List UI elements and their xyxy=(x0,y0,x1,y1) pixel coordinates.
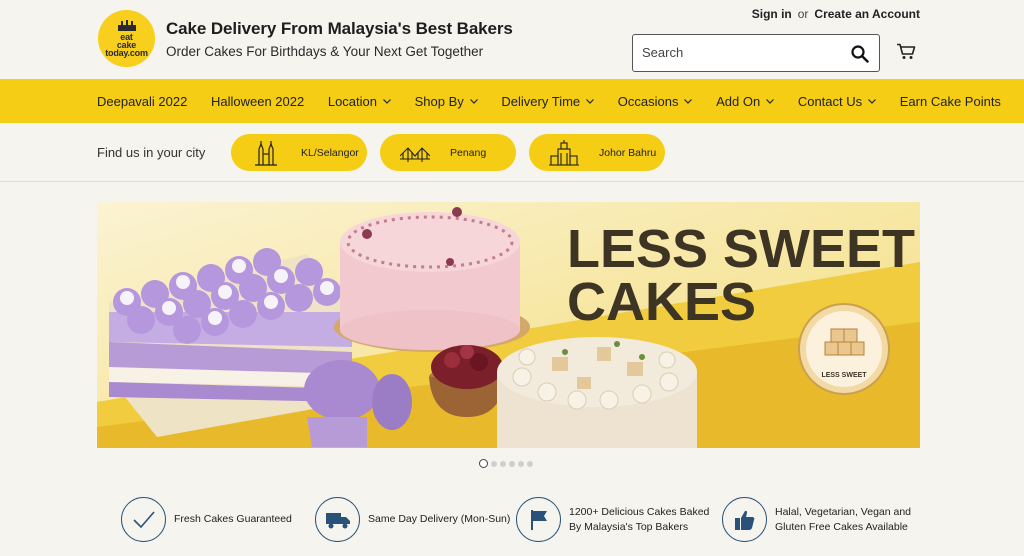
nav-item-label: Halloween 2022 xyxy=(210,93,305,109)
chevron-down-icon xyxy=(766,98,775,104)
main-nav: Deepavali 2022 Halloween 2022 Location S… xyxy=(0,79,1024,123)
nav-add-on[interactable]: Add On xyxy=(716,93,775,109)
chevron-down-icon xyxy=(383,98,391,104)
city-bar: Find us in your city KL/Selangor Penang xyxy=(0,123,1024,182)
account-links: Sign in or Create an Account xyxy=(752,7,920,21)
tower-building-icon xyxy=(549,139,579,166)
sign-in-link[interactable]: Sign in xyxy=(752,7,792,21)
vanilla-cake-illustration xyxy=(497,337,697,448)
site-header: eat cake today.com Cake Delivery From Ma… xyxy=(0,0,1024,79)
feature-line: Gluten Free Cakes Available xyxy=(775,520,908,533)
nav-item-label: Shop By xyxy=(414,93,464,109)
banner-headline: LESS SWEET xyxy=(567,219,915,279)
feature-line: 1200+ Delicious Cakes Baked xyxy=(569,505,710,518)
search-box xyxy=(632,34,880,72)
chevron-down-icon xyxy=(586,98,595,104)
twin-towers-icon xyxy=(255,140,277,166)
logo-text-line: today.com xyxy=(105,48,148,58)
carousel-dot[interactable] xyxy=(527,460,533,467)
carousel-dot[interactable] xyxy=(509,460,515,467)
nav-item-label: Delivery Time xyxy=(501,93,581,109)
site-title: Cake Delivery From Malaysia's Best Baker… xyxy=(166,19,513,38)
site-logo[interactable]: eat cake today.com xyxy=(98,10,155,67)
feature-text: Same Day Delivery (Mon-Sun) xyxy=(368,512,510,527)
site-tagline: Cake Delivery From Malaysia's Best Baker… xyxy=(166,19,513,59)
nav-item-label: Contact Us xyxy=(797,93,863,109)
feature-delicious-cakes: 1200+ Delicious Cakes Baked By Malaysia's… xyxy=(516,497,709,542)
thumbs-up-icon xyxy=(722,497,767,542)
feature-text: Fresh Cakes Guaranteed xyxy=(174,512,292,527)
banner-image: LESS SWEET CAKES LESS SWEET xyxy=(97,202,920,448)
nav-shop-by[interactable]: Shop By xyxy=(415,94,478,109)
feature-line: Fresh Cakes Guaranteed xyxy=(174,513,292,525)
flag-icon xyxy=(516,497,561,542)
bridge-icon xyxy=(400,146,430,162)
feature-line: Same Day Delivery (Mon-Sun) xyxy=(368,513,511,525)
nav-item-label: Location xyxy=(327,93,377,109)
nav-contact-us[interactable]: Contact Us xyxy=(797,93,877,109)
banner-headline: CAKES xyxy=(567,272,756,332)
create-account-link[interactable]: Create an Account xyxy=(814,7,920,21)
cart-icon[interactable] xyxy=(896,43,916,60)
or-text: or xyxy=(797,7,809,21)
truck-icon xyxy=(315,497,360,542)
badge-text: LESS SWEET xyxy=(821,372,867,379)
hero-banner[interactable]: LESS SWEET CAKES LESS SWEET xyxy=(97,202,920,448)
carousel-dot-active[interactable] xyxy=(479,459,488,468)
chevron-down-icon xyxy=(684,98,693,104)
city-button-penang[interactable]: Penang xyxy=(380,134,516,171)
nav-location[interactable]: Location xyxy=(328,94,391,109)
nav-item-label: Earn Cake Points xyxy=(899,93,1001,109)
city-button-kl-selangor[interactable]: KL/Selangor xyxy=(231,134,367,171)
city-label: Johor Bahru xyxy=(599,146,657,159)
nav-occasions[interactable]: Occasions xyxy=(618,94,693,109)
chevron-down-icon xyxy=(469,98,478,104)
nav-item-label: Add On xyxy=(716,93,761,109)
carousel-dot[interactable] xyxy=(518,460,524,467)
carousel-dots xyxy=(479,459,533,468)
nav-deepavali-2022[interactable]: Deepavali 2022 xyxy=(97,94,187,109)
nav-item-label: Occasions xyxy=(617,93,679,109)
site-subtitle: Order Cakes For Birthdays & Your Next Ge… xyxy=(166,44,484,59)
city-label: Penang xyxy=(450,146,487,159)
carousel-dot[interactable] xyxy=(491,460,497,467)
nav-halloween-2022[interactable]: Halloween 2022 xyxy=(211,94,304,109)
feature-fresh-cakes: Fresh Cakes Guaranteed xyxy=(121,497,292,542)
search-icon[interactable] xyxy=(851,45,869,63)
carousel-dot[interactable] xyxy=(500,460,506,467)
rose-cake-illustration xyxy=(334,207,530,352)
nav-delivery-time[interactable]: Delivery Time xyxy=(501,93,595,109)
feature-same-day-delivery: Same Day Delivery (Mon-Sun) xyxy=(315,497,510,542)
chevron-down-icon xyxy=(868,98,877,104)
feature-line: By Malaysia's Top Bakers xyxy=(569,520,689,533)
nav-earn-cake-points[interactable]: Earn Cake Points xyxy=(900,94,1001,109)
feature-text: 1200+ Delicious Cakes Baked By Malaysia's… xyxy=(569,505,709,535)
cake-icon xyxy=(117,20,136,31)
feature-line: Halal, Vegetarian, Vegan and xyxy=(775,505,912,518)
city-button-johor-bahru[interactable]: Johor Bahru xyxy=(529,134,665,171)
feature-text: Halal, Vegetarian, Vegan and Gluten Free … xyxy=(775,505,911,535)
roselle-bowl-illustration xyxy=(429,345,505,417)
search-input[interactable] xyxy=(642,45,842,60)
check-icon xyxy=(121,497,166,542)
find-city-label: Find us in your city xyxy=(97,145,206,160)
nav-item-label: Deepavali 2022 xyxy=(97,93,188,109)
less-sweet-badge: LESS SWEET xyxy=(798,303,890,395)
city-label: KL/Selangor xyxy=(301,146,359,159)
feature-dietary-options: Halal, Vegetarian, Vegan and Gluten Free … xyxy=(722,497,911,542)
